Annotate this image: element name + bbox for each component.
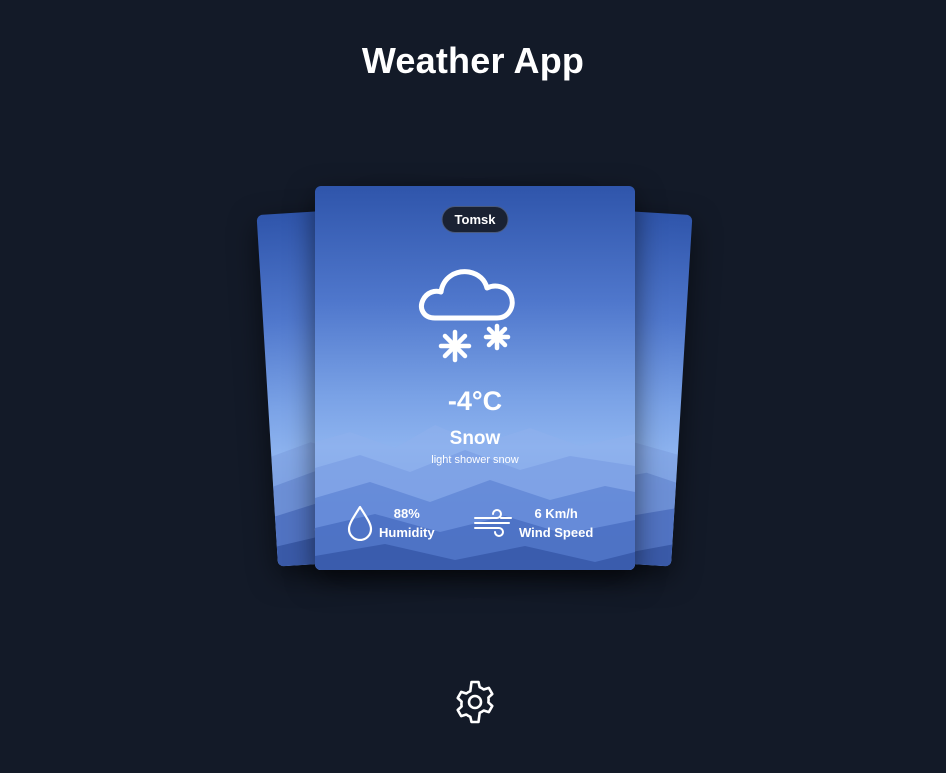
wind-stat: 6 Km/h Wind Speed (473, 504, 593, 542)
weather-description: light shower snow (431, 454, 519, 466)
temperature: -4°C (447, 386, 503, 416)
wind-icon (474, 509, 512, 537)
humidity-stat: 88% Humidity (347, 504, 435, 542)
humidity-label: Humidity (379, 525, 435, 540)
weather-condition: Snow (449, 428, 501, 449)
wind-speed-value: 6 Km/h (534, 506, 578, 521)
weather-card-stack: d Tomsk -4°C (0, 0, 946, 773)
gear-icon[interactable] (451, 678, 499, 726)
city-badge[interactable]: Tomsk (441, 206, 509, 233)
weather-card-current[interactable]: Tomsk -4°C Snow light shower snow 88% Hu… (315, 186, 635, 570)
snow-cloud-icon (419, 269, 515, 363)
humidity-drop-icon (347, 505, 373, 541)
humidity-value: 88% (393, 506, 420, 521)
wind-speed-label: Wind Speed (519, 525, 594, 540)
